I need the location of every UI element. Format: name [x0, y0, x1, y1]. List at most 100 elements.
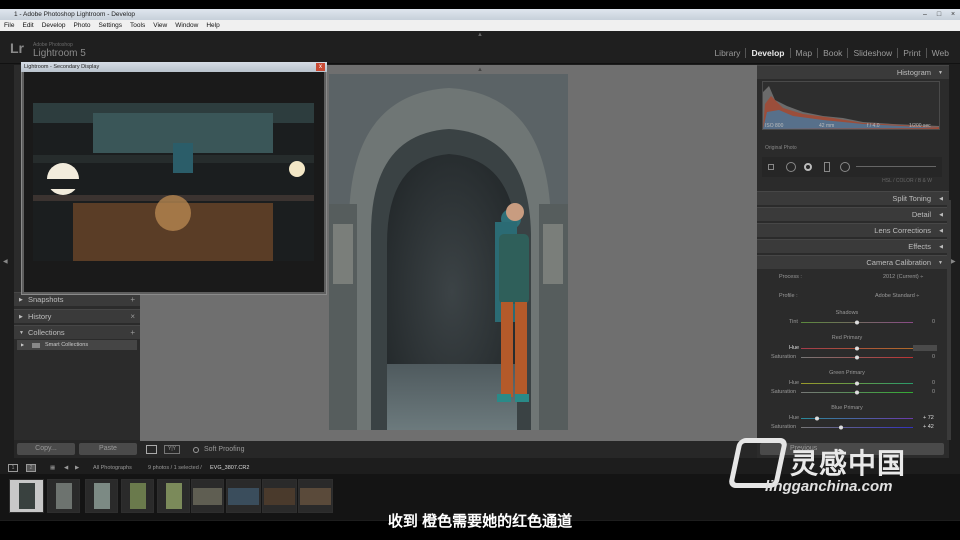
maximize-icon[interactable]: □ [932, 9, 946, 20]
effects-label: Effects [908, 242, 931, 251]
crop-icon[interactable] [768, 164, 774, 170]
module-slideshow[interactable]: Slideshow [847, 48, 897, 58]
red-hue-value[interactable] [913, 345, 937, 351]
blue-sat-slider-knob[interactable] [839, 425, 844, 430]
clear-history-icon[interactable]: × [130, 310, 135, 324]
module-web[interactable]: Web [925, 48, 954, 58]
menu-settings[interactable]: Settings [95, 22, 127, 29]
brush-slider[interactable] [856, 166, 936, 167]
collections-header[interactable]: ▼ Collections + [14, 325, 140, 339]
module-map[interactable]: Map [789, 48, 818, 58]
detail-header[interactable]: Detail ◀ [757, 207, 949, 221]
menu-help[interactable]: Help [202, 22, 223, 29]
collapse-top-icon[interactable]: ▲ [477, 32, 483, 38]
expand-triangle-icon[interactable]: ▶ [21, 340, 24, 350]
blue-hue-slider[interactable] [801, 416, 913, 421]
red-hue-slider[interactable] [801, 346, 913, 351]
forward-icon[interactable]: ▶ [75, 462, 79, 474]
film-thumb[interactable] [191, 479, 224, 513]
collapse-right-icon[interactable]: ▶ [951, 258, 956, 265]
lens-corrections-label: Lens Corrections [874, 226, 931, 235]
back-icon[interactable]: ◀ [64, 462, 68, 474]
source-label[interactable]: All Photographs [93, 462, 132, 474]
red-hue-label: Hue [789, 345, 800, 351]
spot-removal-icon[interactable] [786, 162, 796, 172]
main-window-icon[interactable]: 1 [8, 464, 18, 472]
film-thumb[interactable] [226, 479, 261, 513]
film-thumb[interactable] [298, 479, 333, 513]
soft-proofing-checkbox[interactable] [193, 447, 199, 453]
histo-shutter: 1/200 sec [909, 123, 931, 129]
secondary-window-icon[interactable]: 2 [26, 464, 36, 472]
green-sat-slider-knob[interactable] [855, 390, 859, 395]
lens-corrections-header[interactable]: Lens Corrections ◀ [757, 223, 949, 237]
red-hue-slider-knob[interactable] [855, 346, 859, 351]
soft-proofing-label: Soft Proofing [204, 446, 245, 453]
histogram[interactable]: ISO 800 42 mm f / 4.0 1/200 sec [762, 81, 940, 130]
split-toning-header[interactable]: Split Toning ◀ [757, 191, 949, 205]
process-label: Process : [779, 274, 802, 280]
right-panel-scrollbar[interactable] [947, 200, 951, 440]
smart-collections-item[interactable]: ▶ Smart Collections [17, 340, 137, 350]
before-after-icon[interactable]: Y|Y [164, 445, 180, 454]
menu-window[interactable]: Window [171, 22, 202, 29]
paste-button[interactable]: Paste [79, 443, 137, 455]
film-thumb[interactable] [121, 479, 154, 513]
radial-filter-icon[interactable] [840, 162, 850, 172]
green-sat-label: Saturation [771, 389, 797, 395]
watermark-cn: 灵感中国 [790, 448, 907, 479]
graduated-filter-icon[interactable] [824, 162, 830, 172]
red-sat-slider-knob[interactable] [855, 355, 859, 360]
histo-fstop: f / 4.0 [867, 123, 880, 129]
copy-button[interactable]: Copy... [17, 443, 75, 455]
menu-photo[interactable]: Photo [70, 22, 95, 29]
tint-slider-knob[interactable] [855, 320, 859, 325]
module-print[interactable]: Print [897, 48, 925, 58]
profile-select[interactable]: Adobe Standard ÷ [875, 293, 919, 299]
add-collection-icon[interactable]: + [130, 326, 135, 340]
tint-slider[interactable] [801, 320, 913, 325]
history-header[interactable]: ▶ History × [14, 309, 140, 323]
secondary-close-icon[interactable]: x [316, 63, 325, 71]
film-thumb[interactable] [262, 479, 297, 513]
blue-sat-slider[interactable] [801, 425, 913, 430]
process-select[interactable]: 2012 (Current) ÷ [883, 274, 923, 280]
blue-hue-slider-knob[interactable] [814, 416, 819, 421]
module-library[interactable]: Library [709, 48, 745, 58]
tool-strip [762, 157, 942, 177]
green-hue-value: 0 [932, 380, 936, 386]
tint-label: Tint [789, 319, 798, 325]
histogram-header[interactable]: Histogram ▼ [757, 65, 949, 79]
menu-edit[interactable]: Edit [18, 22, 37, 29]
grid-icon[interactable]: ▦ [50, 462, 55, 474]
film-thumb[interactable] [47, 479, 80, 513]
green-primary-label: Green Primary [829, 370, 865, 376]
effects-header[interactable]: Effects ◀ [757, 239, 949, 253]
minimize-icon[interactable]: – [918, 9, 932, 20]
module-develop[interactable]: Develop [745, 48, 789, 58]
red-sat-slider[interactable] [801, 355, 913, 360]
camera-calibration-header[interactable]: Camera Calibration ▼ [757, 255, 949, 269]
menu-view[interactable]: View [149, 22, 171, 29]
green-sat-slider[interactable] [801, 390, 913, 395]
folder-icon [32, 343, 40, 348]
module-book[interactable]: Book [817, 48, 847, 58]
red-sat-label: Saturation [771, 354, 797, 360]
hsl-tabs[interactable]: HSL / COLOR / B & W [762, 178, 942, 184]
film-thumb[interactable] [85, 479, 118, 513]
add-snapshot-icon[interactable]: + [130, 293, 135, 307]
red-eye-icon[interactable] [804, 163, 812, 171]
loupe-view-icon[interactable] [146, 445, 157, 454]
menu-develop[interactable]: Develop [38, 22, 70, 29]
green-hue-slider[interactable] [801, 381, 913, 386]
filename[interactable]: EVG_3807.CR2 [210, 462, 249, 474]
film-thumb[interactable] [157, 479, 190, 513]
collapse-left-icon[interactable]: ◀ [3, 258, 8, 265]
menu-tools[interactable]: Tools [126, 22, 149, 29]
collapse-top-inner-icon[interactable]: ▲ [477, 67, 483, 73]
menu-file[interactable]: File [0, 22, 18, 29]
close-icon[interactable]: × [946, 9, 960, 20]
film-thumb[interactable] [9, 479, 44, 513]
green-hue-slider-knob[interactable] [855, 381, 859, 386]
histogram-graph [763, 86, 939, 129]
